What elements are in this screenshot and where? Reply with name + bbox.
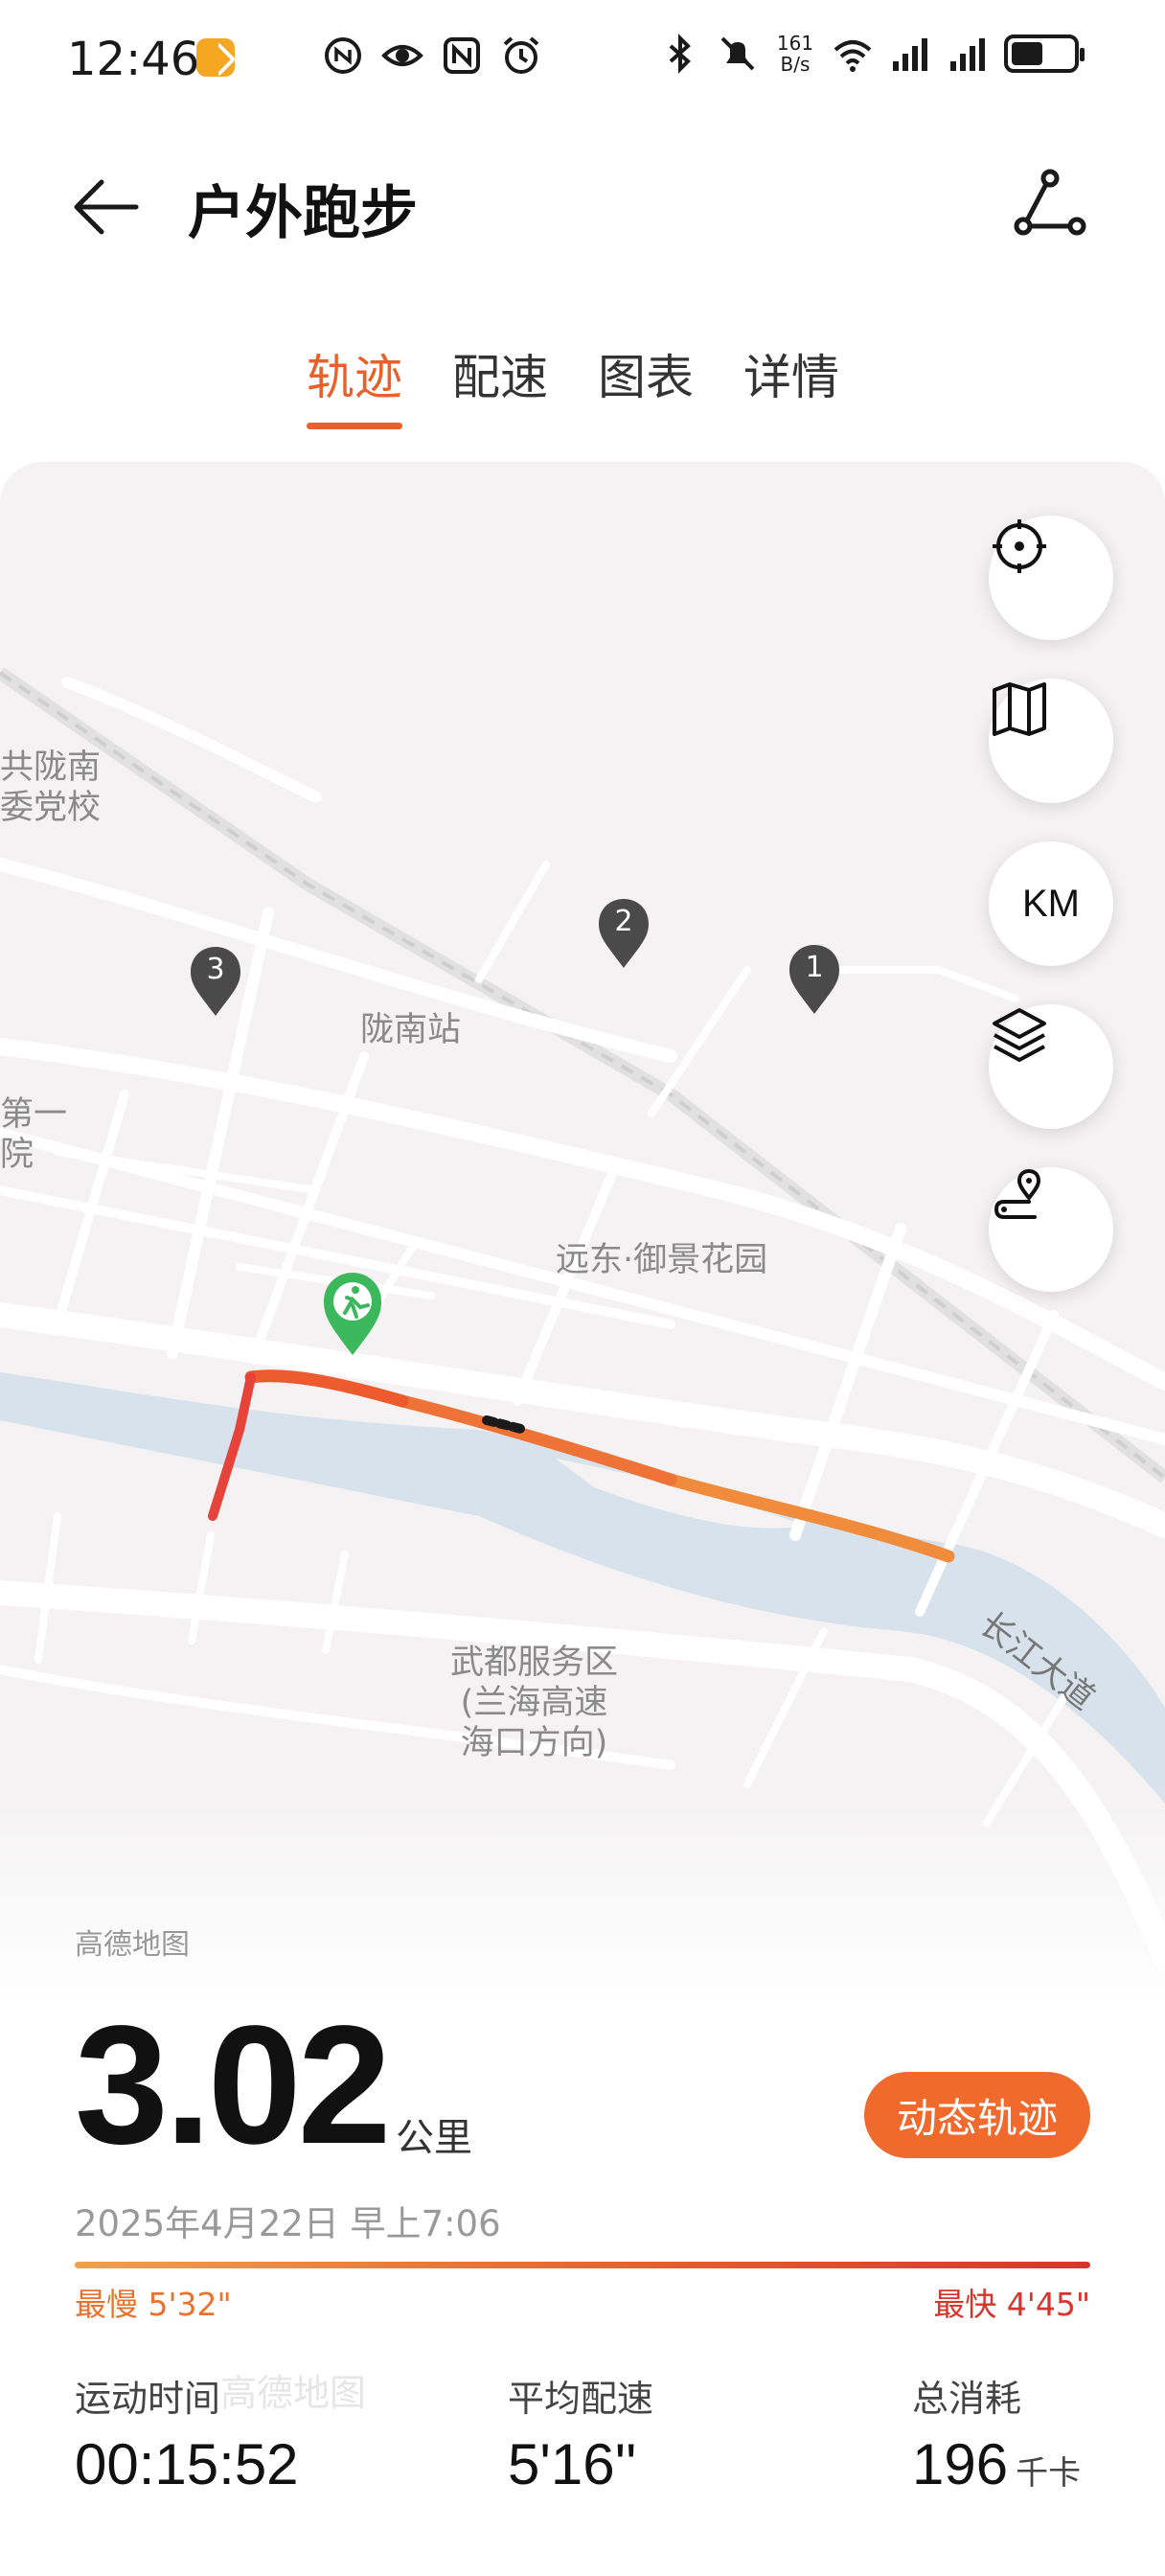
header: 户外跑步 bbox=[0, 144, 1165, 263]
signal-icon bbox=[950, 38, 985, 71]
stat-value-text: 00:15:52 bbox=[75, 2432, 299, 2496]
km-toggle-button[interactable]: KM bbox=[989, 841, 1113, 966]
layers-button[interactable] bbox=[989, 1004, 1113, 1129]
stat-value: 196 千卡 bbox=[912, 2431, 1081, 2497]
alarm-icon bbox=[503, 36, 539, 74]
route-share-icon[interactable] bbox=[1012, 167, 1088, 243]
map-label-garden: 远东·御景花园 bbox=[556, 1241, 768, 1279]
bluetooth-icon bbox=[669, 34, 691, 74]
route-pin-button[interactable] bbox=[989, 1167, 1113, 1292]
km-marker-3: 3 bbox=[187, 943, 244, 1020]
distance-value: 3.02 bbox=[75, 1991, 392, 2179]
tab-track[interactable]: 轨迹 bbox=[307, 339, 402, 429]
map-label-station: 陇南站 bbox=[360, 1011, 462, 1049]
route-pin-icon bbox=[994, 1168, 1041, 1219]
stat-value-text: 196 bbox=[912, 2432, 1009, 2496]
net-speed: 161 B/s bbox=[774, 33, 816, 75]
start-marker bbox=[324, 1273, 381, 1355]
distance-unit: 公里 bbox=[396, 2116, 472, 2160]
stat-duration: 运动时间 00:15:52 bbox=[75, 2369, 299, 2497]
km-marker-label: 3 bbox=[206, 953, 225, 986]
stat-label: 平均配速 bbox=[508, 2378, 654, 2420]
dynamic-track-button[interactable]: 动态轨迹 bbox=[864, 2072, 1090, 2158]
fastest-pace: 最快 4'45" bbox=[933, 2286, 1090, 2323]
km-label: KM bbox=[1022, 882, 1080, 925]
status-bar: 12:46 161 B/s bbox=[0, 0, 1165, 115]
locate-icon bbox=[993, 519, 1046, 573]
pace-gradient-bar bbox=[75, 2262, 1090, 2268]
status-icons-right: 161 B/s bbox=[659, 33, 1085, 75]
stat-value-text: 5'16'' bbox=[508, 2432, 637, 2496]
stat-calories: 总消耗 196 千卡 bbox=[912, 2369, 1081, 2497]
status-time: 12:46 bbox=[67, 33, 200, 86]
stat-value: 5'16'' bbox=[508, 2431, 653, 2497]
workout-datetime: 2025年4月22日 早上7:06 bbox=[75, 2203, 501, 2244]
eye-icon bbox=[381, 45, 423, 66]
map-label-service-area: 武都服务区 (兰海高速 海口方向) bbox=[450, 1644, 619, 1762]
tab-details[interactable]: 详情 bbox=[743, 339, 839, 426]
km-marker-label: 1 bbox=[805, 951, 824, 984]
mute-icon bbox=[720, 36, 755, 71]
stat-unit: 千卡 bbox=[1016, 2455, 1082, 2492]
back-arrow-icon[interactable] bbox=[69, 171, 142, 243]
km-marker-label: 2 bbox=[614, 905, 633, 938]
map-attribution: 高德地图 bbox=[75, 1928, 190, 1962]
signal-icon bbox=[893, 38, 927, 71]
nfc-icon bbox=[444, 37, 480, 74]
km-marker-1: 1 bbox=[786, 941, 843, 1018]
map-label-hospital: 第一 院 bbox=[0, 1095, 68, 1174]
stat-label: 总消耗 bbox=[912, 2378, 1022, 2420]
status-icons-left bbox=[322, 34, 542, 77]
route-map[interactable]: 1 2 3 共陇南 委党校 陇南站 第一 院 远东·御景花园 武都服务区 (兰海… bbox=[0, 462, 1165, 1995]
nfc-circle-icon bbox=[325, 37, 361, 74]
tab-chart[interactable]: 图表 bbox=[598, 339, 694, 426]
layers-icon bbox=[993, 1008, 1046, 1062]
net-speed-unit: B/s bbox=[780, 53, 811, 76]
map-icon bbox=[993, 682, 1046, 736]
slowest-pace: 最慢 5'32" bbox=[75, 2286, 232, 2323]
tab-bar: 轨迹 配速 图表 详情 bbox=[307, 339, 839, 429]
net-speed-value: 161 bbox=[776, 32, 814, 55]
battery-icon bbox=[1004, 34, 1085, 73]
stat-label: 运动时间 bbox=[75, 2378, 221, 2420]
page-title: 户外跑步 bbox=[188, 180, 418, 247]
stat-avg-pace: 平均配速 5'16'' bbox=[508, 2369, 653, 2497]
map-label-party-school: 共陇南 委党校 bbox=[0, 748, 102, 827]
wifi-icon bbox=[834, 40, 872, 72]
stat-value: 00:15:52 bbox=[75, 2431, 299, 2497]
locate-button[interactable] bbox=[989, 516, 1113, 640]
tab-pace[interactable]: 配速 bbox=[452, 339, 548, 426]
map-fade bbox=[0, 1782, 1165, 2012]
map-type-button[interactable] bbox=[989, 678, 1113, 803]
km-marker-2: 2 bbox=[595, 895, 652, 972]
roads bbox=[0, 677, 1165, 1969]
app-badge-icon bbox=[196, 38, 235, 77]
